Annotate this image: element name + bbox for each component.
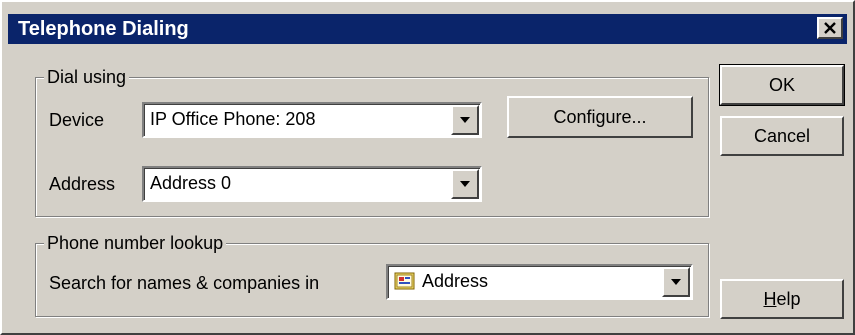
device-dropdown[interactable]: IP Office Phone: 208: [142, 102, 482, 138]
help-label: Help: [763, 288, 800, 310]
device-dropdown-arrow[interactable]: [451, 105, 479, 135]
search-source-dropdown[interactable]: Address: [386, 264, 693, 300]
telephone-dialing-dialog: Telephone Dialing Dial using Device IP O…: [0, 0, 855, 335]
close-icon: [824, 22, 836, 34]
close-button[interactable]: [817, 17, 843, 39]
cancel-button[interactable]: Cancel: [720, 116, 844, 156]
address-dropdown-arrow[interactable]: [451, 169, 479, 199]
chevron-down-icon: [460, 181, 470, 187]
address-dropdown[interactable]: Address 0: [142, 166, 482, 202]
configure-button[interactable]: Configure...: [507, 96, 693, 138]
help-label-rest: elp: [776, 289, 801, 309]
cancel-label: Cancel: [753, 126, 811, 146]
phone-lookup-legend: Phone number lookup: [44, 232, 227, 254]
address-value: Address 0: [150, 173, 232, 193]
window-title: Telephone Dialing: [18, 18, 189, 40]
help-button[interactable]: Help: [720, 279, 844, 319]
dial-using-legend: Dial using: [44, 66, 130, 88]
address-book-icon: [394, 271, 416, 296]
chevron-down-icon: [671, 279, 681, 285]
configure-label: Configure...: [553, 107, 647, 127]
device-label: Device: [49, 110, 105, 130]
device-value: IP Office Phone: 208: [150, 109, 316, 129]
address-label: Address: [49, 174, 116, 194]
ok-button[interactable]: OK: [719, 64, 845, 106]
chevron-down-icon: [460, 117, 470, 123]
title-bar[interactable]: Telephone Dialing: [8, 14, 847, 44]
search-label: Search for names & companies in: [49, 273, 320, 293]
search-source-dropdown-arrow[interactable]: [662, 267, 690, 297]
help-accelerator: H: [763, 289, 777, 309]
ok-label: OK: [768, 75, 795, 95]
search-source-value: Address: [422, 271, 489, 291]
